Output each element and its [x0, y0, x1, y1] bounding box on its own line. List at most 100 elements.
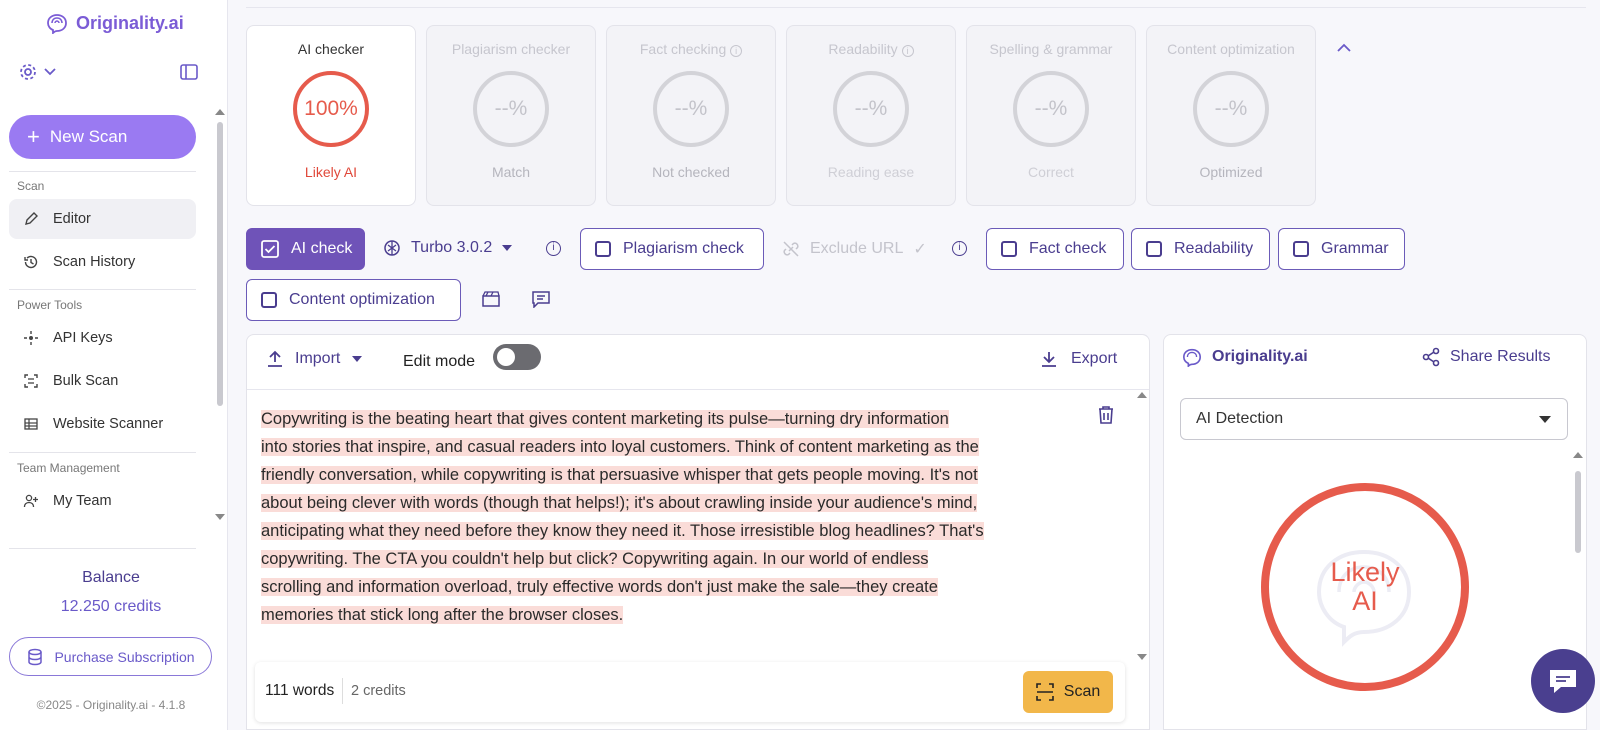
sidebar-scroll-thumb[interactable]: [217, 122, 223, 406]
exclude-url-toggle[interactable]: Exclude URL ✓: [782, 239, 927, 259]
section-power-tools: Power Tools: [17, 298, 83, 312]
verdict-line: Likely: [1330, 557, 1400, 587]
card-title: Plagiarism checker: [451, 41, 571, 57]
info-icon: i: [730, 45, 743, 57]
card-subtitle: Correct: [1028, 164, 1074, 180]
chat-support-button[interactable]: [1531, 649, 1595, 713]
section-team-management: Team Management: [17, 461, 120, 475]
card-subtitle: Reading ease: [827, 164, 915, 180]
card-subtitle: Match: [491, 164, 531, 180]
trash-icon[interactable]: [1097, 405, 1115, 430]
top-divider: [246, 7, 1586, 8]
export-button[interactable]: Export: [1041, 350, 1117, 368]
share-results-button[interactable]: Share Results: [1422, 347, 1551, 367]
plagiarism-check-toggle[interactable]: Plagiarism check: [580, 228, 764, 270]
card-title: Spelling & grammar: [989, 41, 1113, 57]
sidebar-item-editor[interactable]: Editor: [9, 199, 196, 239]
text-line: Copywriting is the beating heart that gi…: [261, 405, 1091, 433]
card-spelling-grammar[interactable]: Spelling & grammar --% Correct: [966, 25, 1136, 206]
list-icon: [24, 418, 38, 430]
sidebar-item-scan-history[interactable]: Scan History: [9, 242, 196, 282]
detection-mode-select[interactable]: AI Detection: [1180, 398, 1568, 440]
editor-header: Import Edit mode Export: [247, 335, 1149, 390]
edit-mode-switch[interactable]: [493, 344, 541, 370]
history-icon: [24, 255, 38, 269]
brain-icon: [384, 240, 400, 256]
api-icon: [24, 331, 38, 345]
divider: [9, 289, 196, 290]
fact-check-toggle[interactable]: Fact check: [986, 228, 1124, 270]
database-icon: [28, 648, 43, 665]
unlink-icon: [783, 241, 799, 257]
balance-label: Balance: [82, 569, 140, 586]
brand-name: Originality.ai: [76, 12, 184, 33]
import-dropdown[interactable]: Import: [267, 350, 363, 368]
copyright: ©2025 - Originality.ai - 4.1.8: [36, 698, 186, 712]
balance-value: 12.250 credits: [60, 598, 162, 615]
info-icon[interactable]: i: [952, 241, 967, 256]
editor-textarea[interactable]: Copywriting is the beating heart that gi…: [261, 405, 1091, 629]
checkbox-checked-icon: [261, 240, 279, 258]
share-label: Share Results: [1450, 348, 1551, 365]
card-plagiarism-checker[interactable]: Plagiarism checker --% Match: [426, 25, 596, 206]
brand-logo[interactable]: Originality.ai: [44, 12, 184, 34]
checkbox-icon: [595, 241, 611, 257]
clapperboard-icon[interactable]: [482, 291, 500, 312]
sidebar-item-website-scanner[interactable]: Website Scanner: [9, 404, 196, 444]
card-ai-checker[interactable]: AI checker 100% Likely AI: [246, 25, 416, 206]
score-value: 100%: [304, 97, 358, 120]
checkbox-icon: [261, 292, 277, 308]
ai-verdict-text: Likely AI: [1330, 558, 1399, 616]
results-brand-name: Originality.ai: [1212, 348, 1308, 365]
content-optimization-toggle[interactable]: Content optimization: [246, 279, 461, 321]
text-line: into stories that inspire, and casual re…: [261, 433, 1091, 461]
caret-down-icon: [352, 356, 363, 362]
sidebar-collapse-icon[interactable]: [180, 64, 198, 85]
download-icon: [1042, 352, 1056, 367]
card-readability[interactable]: Readability i --% Reading ease: [786, 25, 956, 206]
feedback-icon[interactable]: [532, 291, 550, 313]
editor-scrollbar[interactable]: [1136, 391, 1148, 663]
score-value: --%: [1034, 97, 1068, 120]
section-scan: Scan: [17, 179, 45, 193]
score-ring: --%: [653, 71, 729, 147]
card-title: Readability i: [787, 41, 955, 57]
sidebar-item-my-team[interactable]: My Team: [9, 481, 196, 521]
checkmark-icon: ✓: [913, 241, 927, 258]
card-title: Content optimization: [1167, 41, 1295, 57]
card-fact-checking[interactable]: Fact checking i --% Not checked: [606, 25, 776, 206]
score-ring: 100%: [293, 71, 369, 147]
info-icon[interactable]: i: [546, 241, 561, 256]
score-value: --%: [1214, 97, 1248, 120]
purchase-subscription-button[interactable]: Purchase Subscription: [9, 637, 212, 676]
purchase-label: Purchase Subscription: [54, 648, 195, 665]
grammar-toggle[interactable]: Grammar: [1278, 228, 1405, 270]
score-value: --%: [854, 97, 888, 120]
readability-toggle[interactable]: Readability: [1131, 228, 1270, 270]
info-icon: i: [901, 45, 914, 57]
sidebar-item-label: Bulk Scan: [53, 373, 119, 389]
model-dropdown[interactable]: Turbo 3.0.2: [383, 239, 513, 257]
highlighted-text: scrolling and information overload, trul…: [261, 578, 938, 596]
switch-knob: [497, 348, 515, 366]
settings-menu[interactable]: [18, 62, 56, 82]
sidebar: Originality.ai + New Scan Scan Editor Sc…: [0, 0, 228, 730]
card-content-optimization[interactable]: Content optimization --% Optimized: [1146, 25, 1316, 206]
new-scan-button[interactable]: + New Scan: [9, 115, 196, 159]
scan-button[interactable]: Scan: [1023, 671, 1113, 713]
card-title-text: Fact checking: [639, 41, 727, 57]
highlighted-text: copywriting. The CTA you couldn't help b…: [261, 550, 929, 568]
sidebar-item-api-keys[interactable]: API Keys: [9, 318, 196, 358]
sidebar-item-bulk-scan[interactable]: Bulk Scan: [9, 361, 196, 401]
ai-check-toggle[interactable]: AI check: [246, 228, 365, 270]
highlighted-text: into stories that inspire, and casual re…: [261, 438, 979, 456]
text-line: friendly conversation, while copywriting…: [261, 461, 1091, 489]
results-scroll-thumb[interactable]: [1575, 471, 1581, 553]
exclude-url-label: Exclude URL: [810, 240, 904, 257]
score-ring: --%: [833, 71, 909, 147]
sidebar-item-label: API Keys: [53, 330, 113, 346]
chevron-down-icon: [44, 68, 56, 76]
verdict-line: AI: [1352, 586, 1378, 616]
chevron-up-icon[interactable]: [1336, 40, 1352, 58]
editor-panel: Import Edit mode Export Copywriting is t…: [246, 334, 1150, 730]
